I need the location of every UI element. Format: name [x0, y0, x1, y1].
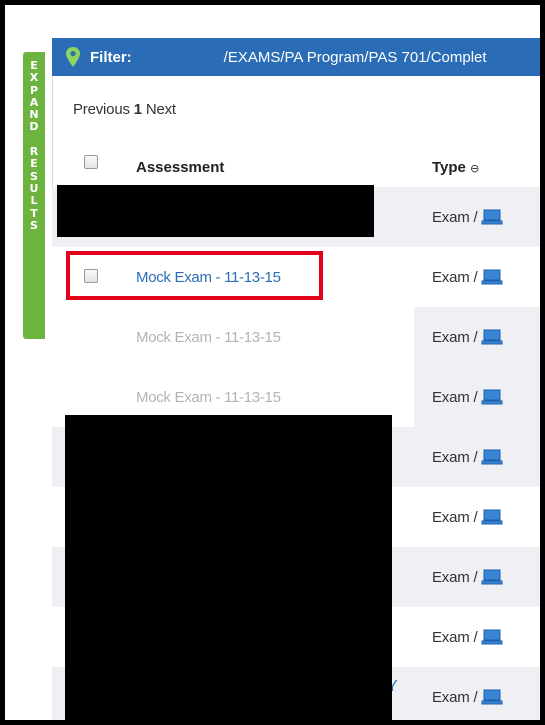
map-pin-icon	[66, 47, 80, 67]
current-page: 1	[133, 101, 142, 118]
select-all-checkbox[interactable]	[84, 155, 98, 169]
type-label: Exam /	[432, 688, 478, 706]
expand-letter: X	[29, 71, 39, 85]
type-label: Exam /	[432, 268, 478, 286]
computer-icon	[481, 449, 503, 465]
filter-path[interactable]: /EXAMS/PA Program/PAS 701/Complet	[224, 49, 487, 66]
previous-link[interactable]: Previous	[73, 101, 130, 118]
pagination: Previous 1 Next	[73, 101, 176, 118]
type-cell: Exam /	[432, 487, 503, 547]
filter-bar: Filter: /EXAMS/PA Program/PAS 701/Comple…	[52, 38, 540, 76]
table-row[interactable]: Mock Exam - 11-13-15 Exam / [	[52, 307, 540, 367]
table-header: Assessment Type ⊖ C	[52, 145, 540, 187]
computer-icon	[481, 569, 503, 585]
next-link[interactable]: Next	[146, 101, 176, 118]
computer-icon	[481, 209, 503, 225]
computer-icon	[481, 629, 503, 645]
sort-icon[interactable]: ⊖	[470, 163, 479, 175]
filter-label: Filter:	[90, 48, 132, 66]
type-cell: Exam /	[432, 667, 503, 720]
type-label: Exam /	[432, 508, 478, 526]
type-cell: Exam /	[432, 307, 503, 367]
type-label: Exam /	[432, 628, 478, 646]
expand-letter: S	[30, 218, 38, 232]
header-assessment[interactable]: Assessment	[136, 159, 224, 176]
type-label: Exam /	[432, 448, 478, 466]
header-type-label: Type	[432, 159, 466, 176]
computer-icon	[481, 329, 503, 345]
redaction-block	[57, 185, 374, 237]
type-cell: Exam /	[432, 427, 503, 487]
assessment-link[interactable]: Mock Exam - 11-13-15	[136, 307, 281, 367]
screenshot-frame: E X P A N D R E S U L T S Filter: /EXAMS…	[0, 0, 545, 725]
computer-icon	[481, 509, 503, 525]
type-label: Exam /	[432, 388, 478, 406]
highlight-box	[66, 251, 323, 300]
expand-letter: D	[29, 120, 39, 134]
expand-letter: L	[30, 194, 38, 208]
type-cell: Exam /	[432, 547, 503, 607]
type-label: Exam /	[432, 208, 478, 226]
redaction-block	[65, 415, 392, 720]
computer-icon	[481, 689, 503, 705]
type-cell: Exam /	[432, 607, 503, 667]
expand-letter: E	[30, 157, 38, 171]
type-label: Exam /	[432, 328, 478, 346]
computer-icon	[481, 389, 503, 405]
expand-letter: T	[30, 206, 38, 220]
type-cell: Exam /	[432, 187, 503, 247]
expand-results-tab[interactable]: E X P A N D R E S U L T S	[23, 52, 45, 339]
type-cell: Exam /	[432, 367, 503, 427]
type-label: Exam /	[432, 568, 478, 586]
type-cell: Exam /	[432, 247, 503, 307]
computer-icon	[481, 269, 503, 285]
header-type[interactable]: Type ⊖	[432, 159, 479, 176]
